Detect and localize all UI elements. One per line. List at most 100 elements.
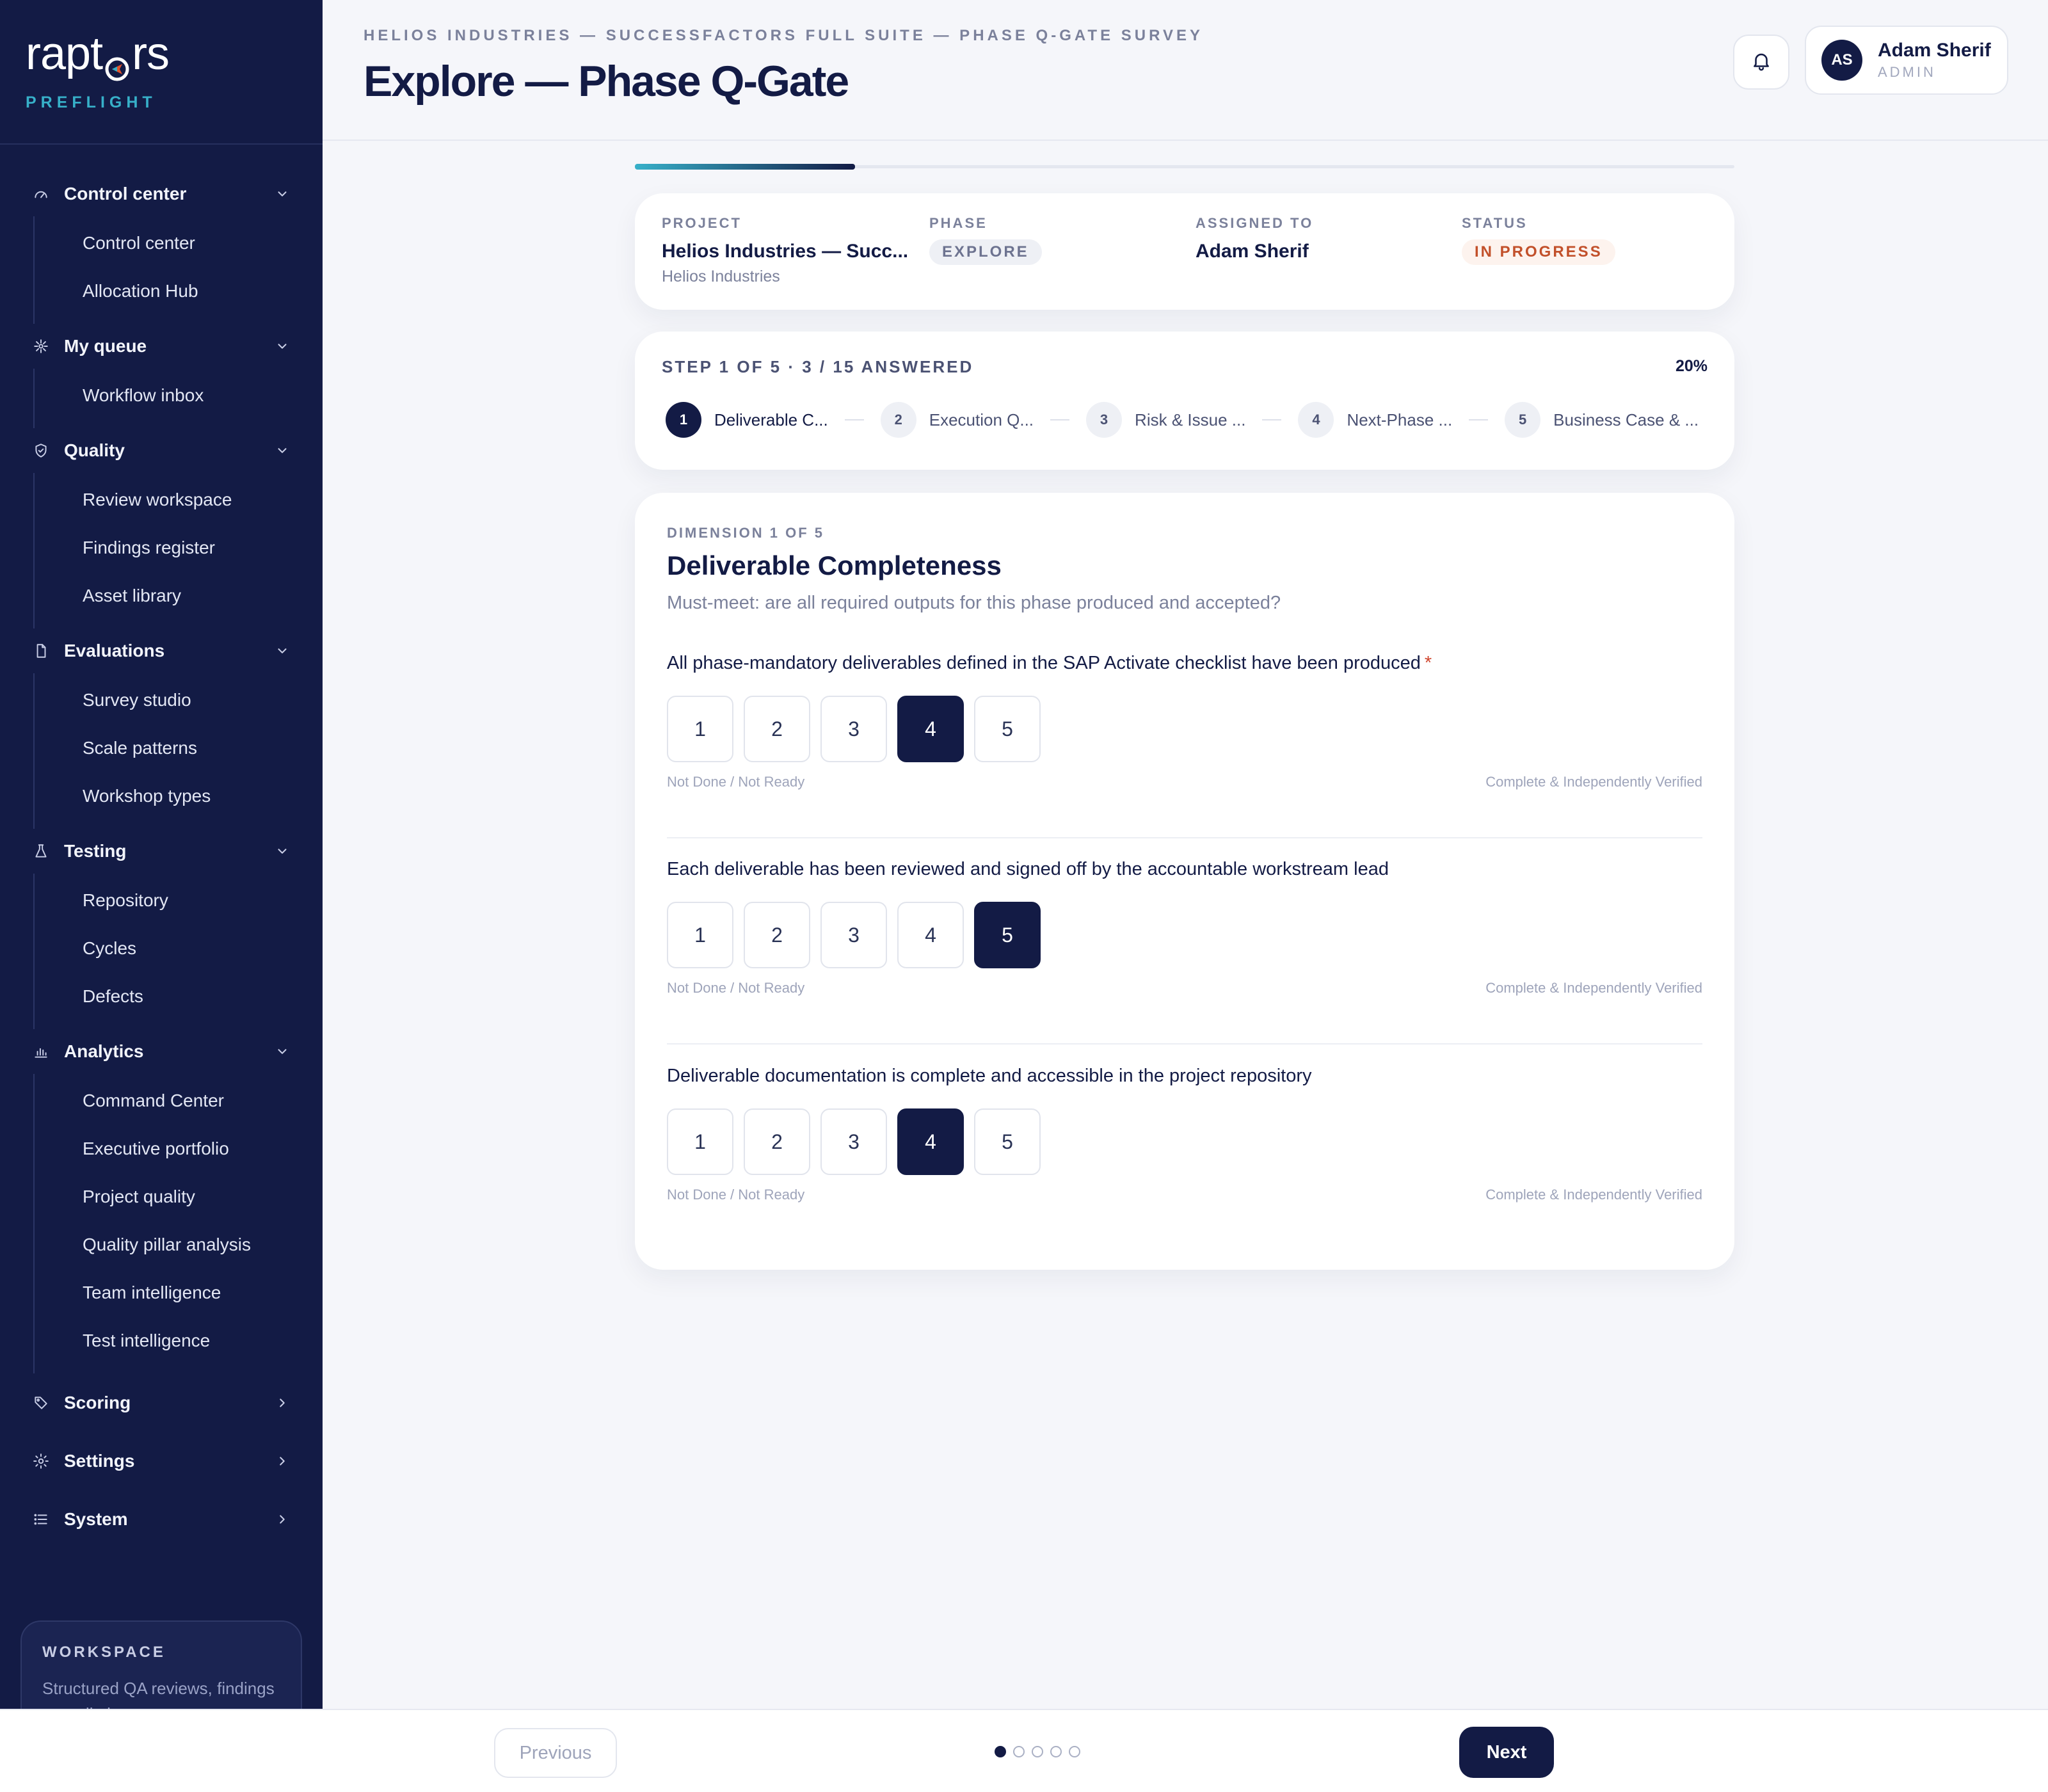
steps-card: STEP 1 OF 5 · 3 / 15 ANSWERED 20% 1 Deliv… [635, 332, 1734, 470]
chevron-down-icon [275, 844, 289, 858]
notifications-button[interactable] [1733, 35, 1789, 90]
step-5[interactable]: 5 Business Case & ... [1505, 402, 1699, 438]
sidebar-item-quality-pillar-analysis[interactable]: Quality pillar analysis [35, 1220, 323, 1268]
rating-scale: 12345 [667, 902, 1702, 968]
nav-group-scoring: Scoring [0, 1373, 323, 1432]
rating-option-2[interactable]: 2 [744, 1108, 810, 1175]
question-divider [667, 837, 1702, 838]
page-dot-2[interactable] [1013, 1746, 1025, 1757]
sidebar-item-command-center[interactable]: Command Center [35, 1076, 323, 1124]
sidebar-item-review-workspace[interactable]: Review workspace [35, 476, 323, 524]
scale-anchors: Not Done / Not Ready Complete & Independe… [667, 774, 1702, 790]
stepper: 1 Deliverable C... 2 Execution Q... 3 Risk & … [666, 402, 1699, 438]
sidebar-item-survey-studio[interactable]: Survey studio [35, 676, 323, 724]
sidebar-item-workflow-inbox[interactable]: Workflow inbox [35, 371, 323, 419]
survey-progress-bar [635, 164, 1734, 170]
nav-group-header-settings[interactable]: Settings [0, 1432, 323, 1490]
bar-chart-icon [32, 1043, 50, 1060]
rating-option-2[interactable]: 2 [744, 902, 810, 968]
nav-group-my-queue: My queue Workflow inbox [0, 324, 323, 428]
nav-group-label: Scoring [64, 1392, 131, 1412]
user-menu[interactable]: AS Adam Sherif ADMIN [1805, 26, 2008, 95]
nav-group-label: System [64, 1508, 128, 1529]
nav-group-header-evaluations[interactable]: Evaluations [0, 628, 323, 673]
rating-option-4[interactable]: 4 [897, 696, 964, 762]
sidebar-item-test-intelligence[interactable]: Test intelligence [35, 1316, 323, 1364]
nav-group-header-quality[interactable]: Quality [0, 428, 323, 473]
rating-option-3[interactable]: 3 [820, 1108, 887, 1175]
nav-group-header-scoring[interactable]: Scoring [0, 1373, 323, 1432]
nav-group-header-analytics[interactable]: Analytics [0, 1029, 323, 1074]
step-2[interactable]: 2 Execution Q... [880, 402, 1034, 438]
nav-group-label: Settings [64, 1450, 135, 1471]
rating-option-3[interactable]: 3 [820, 902, 887, 968]
rating-option-1[interactable]: 1 [667, 902, 733, 968]
nav-group-header-my-queue[interactable]: My queue [0, 324, 323, 369]
nav-group-quality: Quality Review workspace Findings register… [0, 428, 323, 628]
flask-icon [32, 842, 50, 860]
rating-option-5[interactable]: 5 [974, 1108, 1041, 1175]
sidebar-item-defects[interactable]: Defects [35, 972, 323, 1020]
step-1[interactable]: 1 Deliverable C... [666, 402, 828, 438]
nav-subitems: Survey studio Scale patterns Workshop type… [33, 673, 323, 829]
rating-option-5[interactable]: 5 [974, 696, 1041, 762]
rating-option-3[interactable]: 3 [820, 696, 887, 762]
next-button[interactable]: Next [1459, 1727, 1554, 1778]
sidebar-item-team-intelligence[interactable]: Team intelligence [35, 1268, 323, 1316]
scale-high-label: Complete & Independently Verified [1485, 1187, 1702, 1203]
rating-option-2[interactable]: 2 [744, 696, 810, 762]
rating-option-4[interactable]: 4 [897, 902, 964, 968]
chevron-right-icon [275, 1454, 289, 1468]
list-icon [32, 1510, 50, 1528]
sidebar-item-project-quality[interactable]: Project quality [35, 1172, 323, 1220]
rating-option-4[interactable]: 4 [897, 1108, 964, 1175]
step-3[interactable]: 3 Risk & Issue ... [1086, 402, 1245, 438]
nav-subitems: Review workspace Findings register Asset l… [33, 473, 323, 628]
phase-label: PHASE [929, 215, 988, 231]
sidebar-item-findings-register[interactable]: Findings register [35, 524, 323, 572]
file-icon [32, 642, 50, 660]
shield-icon [32, 442, 50, 460]
sidebar-item-scale-patterns[interactable]: Scale patterns [35, 724, 323, 772]
dimension-card: DIMENSION 1 OF 5 Deliverable Completenes… [635, 493, 1734, 1270]
page-dot-5[interactable] [1069, 1746, 1080, 1757]
nav-group-control-center: Control center Control center Allocation H… [0, 172, 323, 324]
page-dot-4[interactable] [1050, 1746, 1062, 1757]
sidebar-item-asset-library[interactable]: Asset library [35, 572, 323, 620]
page-dot-1[interactable] [995, 1746, 1006, 1757]
sidebar-item-cycles[interactable]: Cycles [35, 924, 323, 972]
page-dot-3[interactable] [1032, 1746, 1043, 1757]
sidebar-item-workshop-types[interactable]: Workshop types [35, 772, 323, 820]
sidebar-item-repository[interactable]: Repository [35, 876, 323, 924]
sidebar: rapt rs PREFLIGHT Control center Control … [0, 0, 323, 1709]
scale-high-label: Complete & Independently Verified [1485, 774, 1702, 790]
step-separator [1469, 419, 1489, 420]
raptors-logo[interactable]: rapt rs [26, 28, 323, 81]
chevron-down-icon [275, 644, 289, 658]
assigned-meta: ASSIGNED TO Adam Sherif [1196, 215, 1313, 262]
nav-group-label: Testing [64, 841, 127, 861]
rating-option-1[interactable]: 1 [667, 696, 733, 762]
user-info: Adam Sherif ADMIN [1878, 40, 1991, 81]
chevron-right-icon [275, 1396, 289, 1410]
nav-group-header-testing[interactable]: Testing [0, 829, 323, 874]
nav-group-header-system[interactable]: System [0, 1490, 323, 1548]
nav-group-label: My queue [64, 336, 147, 356]
gear-icon [32, 1452, 50, 1470]
rating-option-1[interactable]: 1 [667, 1108, 733, 1175]
sidebar-item-control-center[interactable]: Control center [35, 219, 323, 267]
rating-option-5[interactable]: 5 [974, 902, 1041, 968]
sidebar-item-executive-portfolio[interactable]: Executive portfolio [35, 1124, 323, 1172]
page-indicator [995, 1746, 1087, 1757]
step-label: Next-Phase ... [1347, 410, 1453, 429]
step-number: 4 [1298, 402, 1334, 438]
chevron-down-icon [275, 444, 289, 458]
step-label: Deliverable C... [714, 410, 828, 429]
step-4[interactable]: 4 Next-Phase ... [1298, 402, 1452, 438]
status-meta: STATUS IN PROGRESS [1462, 215, 1615, 265]
sidebar-item-allocation-hub[interactable]: Allocation Hub [35, 267, 323, 315]
progress-percent: 20% [1675, 357, 1708, 375]
nav-group-header-control-center[interactable]: Control center [0, 172, 323, 216]
previous-button[interactable]: Previous [494, 1728, 617, 1778]
step-separator [844, 419, 864, 420]
